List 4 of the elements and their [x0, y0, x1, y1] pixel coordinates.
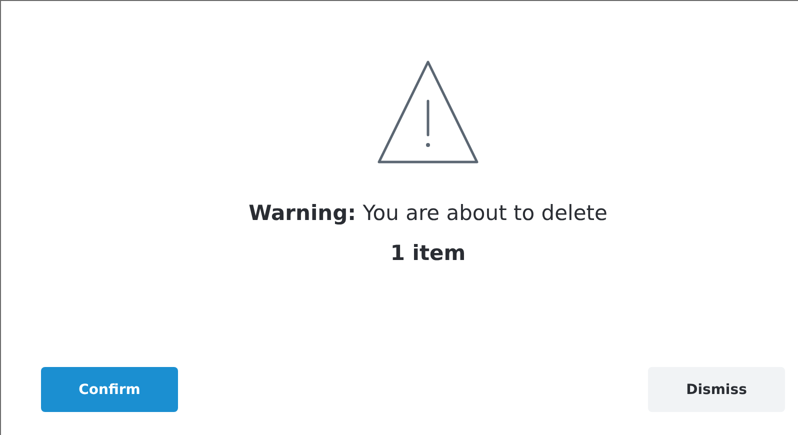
- warning-message: Warning: You are about to delete 1 item: [248, 200, 608, 267]
- dismiss-button[interactable]: Dismiss: [648, 367, 785, 412]
- warning-icon: [376, 59, 480, 165]
- confirm-button[interactable]: Confirm: [41, 367, 178, 412]
